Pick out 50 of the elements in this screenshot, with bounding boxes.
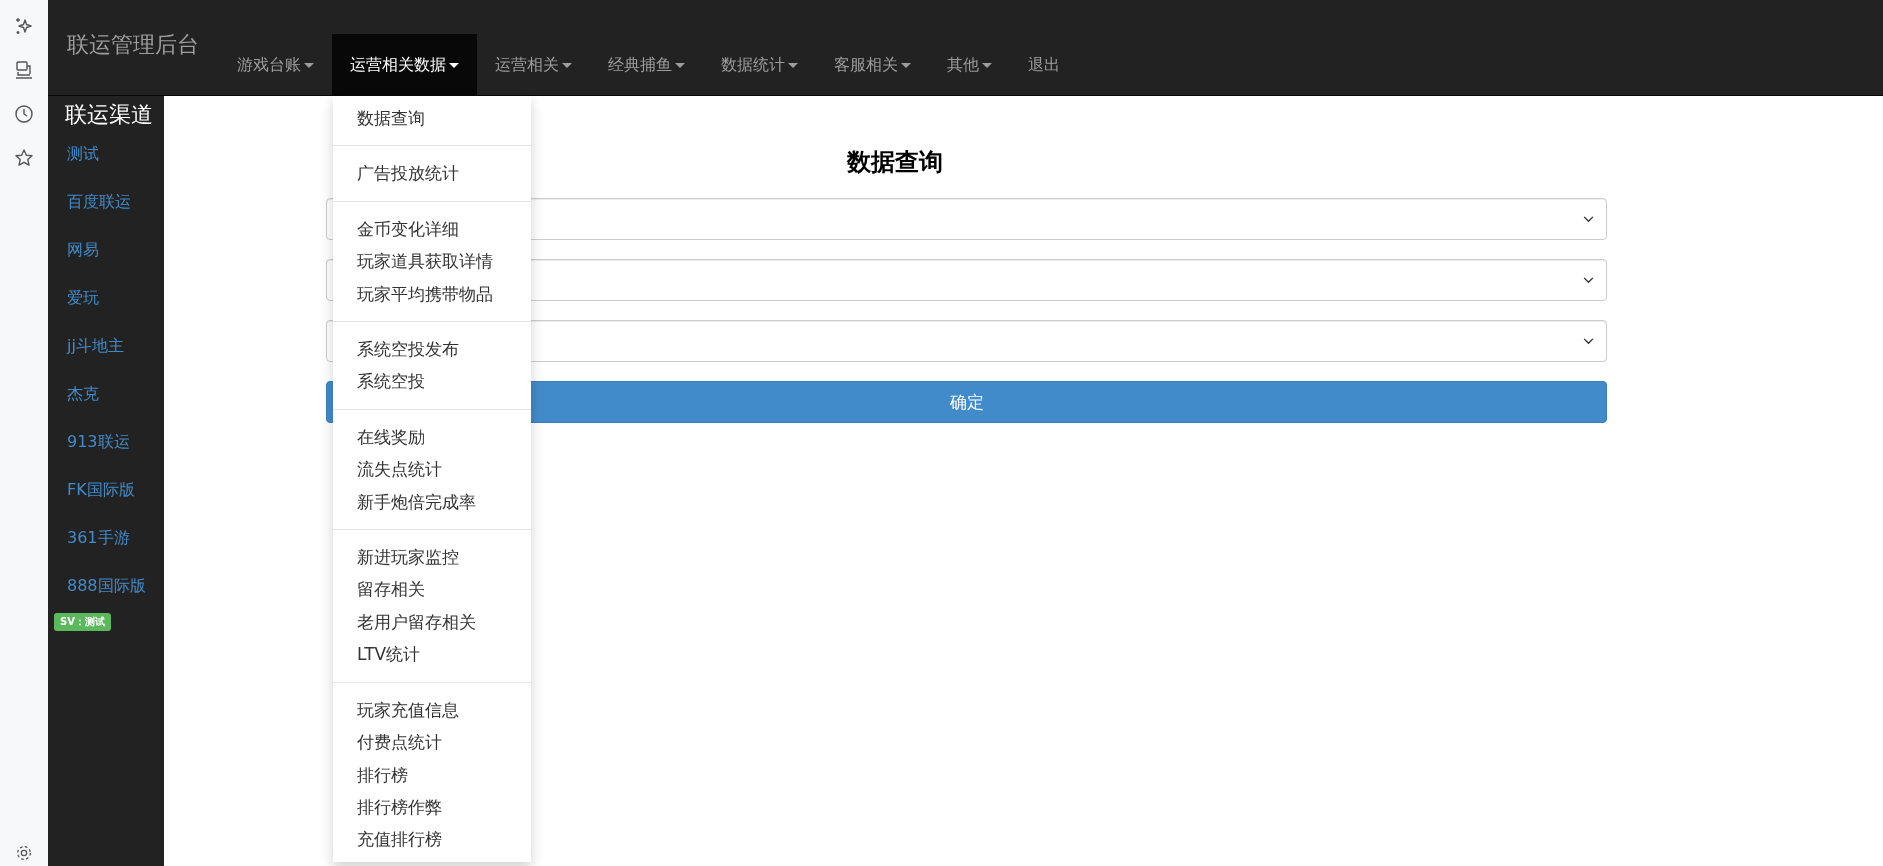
computer-icon[interactable] (14, 60, 34, 80)
dropdown-item[interactable]: 排行榜 (333, 758, 531, 791)
nav-menu-item[interactable]: 运营相关数据 (332, 34, 477, 96)
chevron-down-icon (1583, 337, 1594, 345)
dropdown-item[interactable]: 新手炮倍完成率 (333, 485, 531, 519)
nav-menu-item[interactable]: 运营相关 (477, 34, 590, 96)
dropdown-item[interactable]: 玩家平均携带物品 (333, 277, 531, 311)
star-icon[interactable] (14, 148, 34, 168)
select-field[interactable] (326, 198, 1607, 240)
sidebar-link[interactable]: 888国际版 (48, 562, 164, 610)
nav-menu-item[interactable]: 退出 (1010, 34, 1078, 96)
nav-menu-item[interactable]: 经典捕鱼 (590, 34, 703, 96)
sidebar-link[interactable]: 爱玩 (48, 274, 164, 322)
sidebar-link[interactable]: jj斗地主 (48, 322, 164, 370)
dropdown-item[interactable]: 付费点统计 (333, 726, 531, 759)
dropdown-item[interactable]: 新进玩家监控 (333, 541, 531, 574)
sidebar-link[interactable]: 百度联运 (48, 178, 164, 226)
nav-menu-item[interactable]: 客服相关 (816, 34, 929, 96)
sidebar-link[interactable]: 361手游 (48, 514, 164, 562)
brand-title[interactable]: 联运管理后台 (67, 30, 199, 60)
sidebar-link[interactable]: 测试 (48, 130, 164, 178)
sidebar-link[interactable]: 913联运 (48, 418, 164, 466)
dropdown-item[interactable]: 玩家道具获取详情 (333, 245, 531, 278)
chevron-down-icon (1583, 215, 1594, 223)
dropdown-item[interactable]: 排行榜作弊 (333, 790, 531, 824)
nav-menu-item[interactable]: 游戏台账 (219, 34, 332, 96)
nav-menu-item[interactable]: 数据统计 (703, 34, 816, 96)
sidebar-link[interactable]: 网易 (48, 226, 164, 274)
settings-icon[interactable] (15, 844, 33, 862)
clock-icon[interactable] (14, 104, 34, 124)
dropdown-item[interactable]: 金币变化详细 (333, 212, 531, 246)
sidebar-link[interactable]: 杰克 (48, 370, 164, 418)
dropdown-item[interactable]: LTV统计 (333, 638, 531, 671)
dropdown-item[interactable]: 充值排行榜 (333, 823, 531, 856)
dropdown-item[interactable]: 留存相关 (333, 573, 531, 606)
dropdown-item[interactable]: 流失点统计 (333, 453, 531, 486)
sparkle-icon[interactable] (14, 16, 34, 36)
select-field[interactable] (326, 320, 1607, 362)
nav-menu-item[interactable]: 其他 (929, 34, 1010, 96)
dropdown-item[interactable]: 系统空投发布 (333, 333, 531, 366)
sidebar-link[interactable]: FK国际版 (48, 466, 164, 514)
dropdown-item[interactable]: 玩家充值信息 (333, 693, 531, 727)
server-badge: SV：测试 (54, 613, 111, 631)
dropdown-item[interactable]: 广告投放统计 (333, 157, 531, 190)
dropdown-item[interactable]: 在线奖励 (333, 420, 531, 454)
dropdown-item[interactable]: 数据查询 (333, 102, 531, 135)
chevron-down-icon (1583, 276, 1594, 284)
page-title: 数据查询 (847, 148, 944, 176)
sidebar-title: 联运渠道 (64, 101, 154, 129)
dropdown-item[interactable]: 老用户留存相关 (333, 605, 531, 639)
